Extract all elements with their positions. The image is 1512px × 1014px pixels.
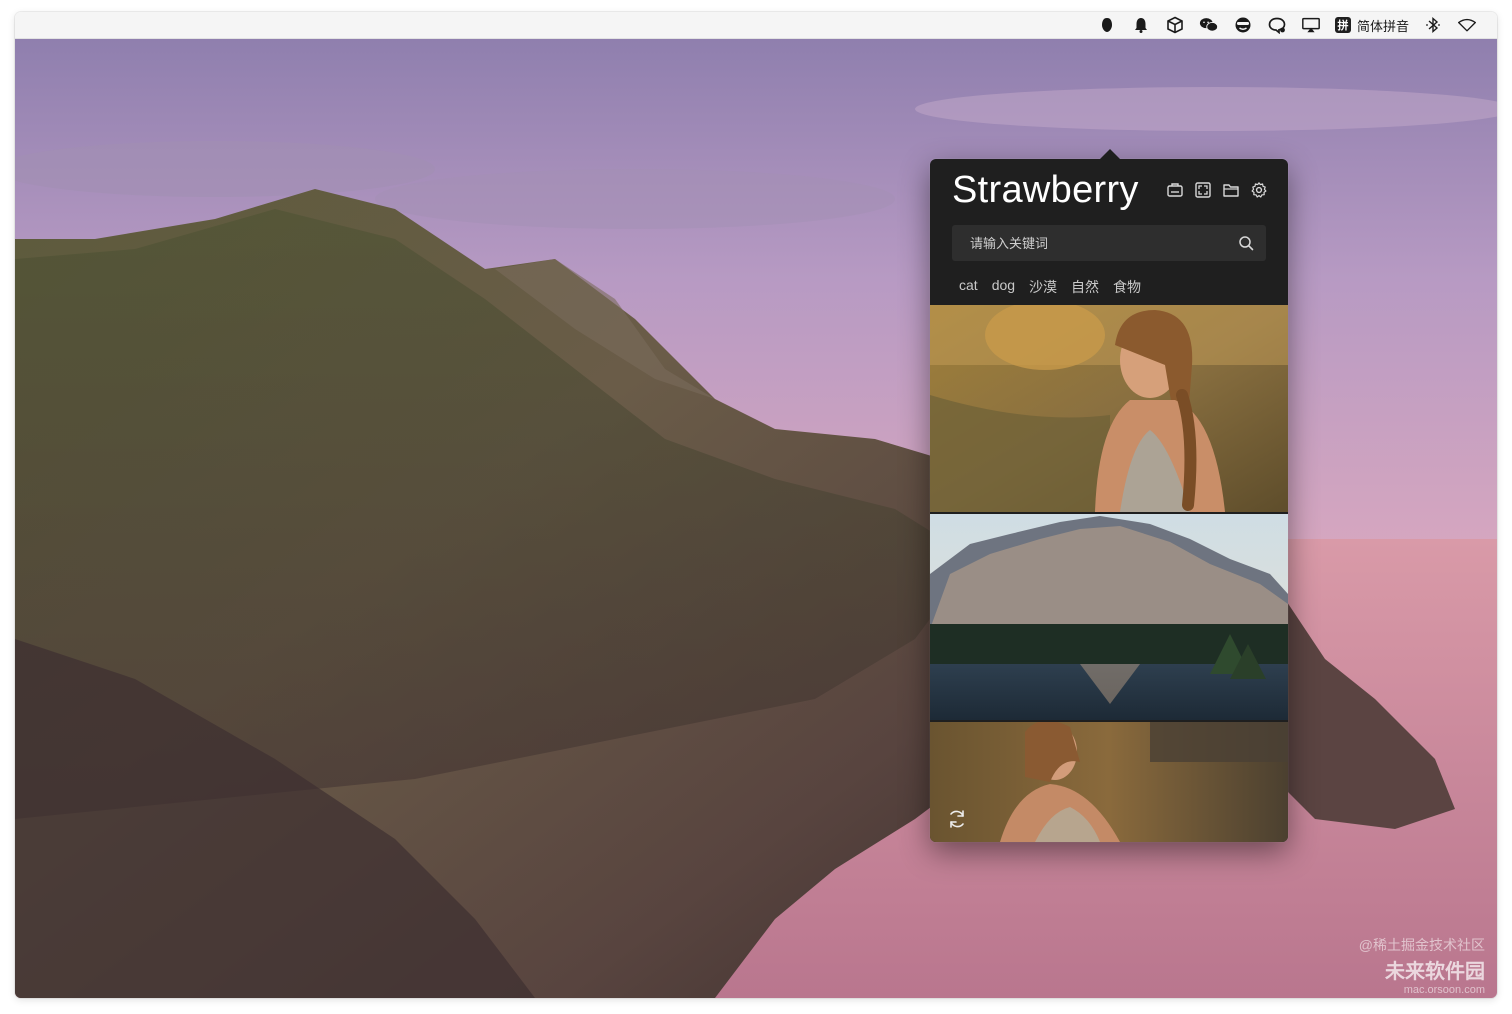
watermark-line2: 未来软件园 [1385, 961, 1485, 983]
refresh-icon[interactable] [946, 808, 968, 830]
chat-icon[interactable] [1267, 12, 1287, 39]
cube-icon[interactable] [1165, 12, 1185, 39]
app-title: Strawberry [952, 168, 1139, 211]
watermark-line3: mac.orsoon.com [1403, 984, 1485, 996]
photo-woman-hay[interactable] [930, 722, 1288, 842]
tag-food[interactable]: 食物 [1113, 277, 1141, 297]
search-bar [952, 225, 1266, 261]
tag-dog[interactable]: dog [992, 277, 1015, 297]
search-icon[interactable] [1238, 235, 1254, 251]
tag-list: cat dog 沙漠 自然 食物 [959, 277, 1141, 297]
strawberry-popover: Strawberry cat dog [930, 149, 1288, 842]
fullscreen-icon[interactable] [1194, 181, 1212, 199]
header-toolbar [1166, 181, 1274, 199]
app-icon[interactable] [1097, 12, 1117, 39]
screen-frame: 拼 简体拼音 Strawberry 请输入关键词 cat dog 沙漠 自然 食… [15, 12, 1497, 998]
tag-cat[interactable]: cat [959, 277, 978, 297]
search-input[interactable] [952, 234, 1238, 252]
wallpaper-icon[interactable] [1166, 181, 1184, 199]
folder-icon[interactable] [1222, 181, 1240, 199]
menu-bar: 拼 简体拼音 [15, 12, 1497, 39]
tag-desert[interactable]: 沙漠 [1029, 277, 1057, 297]
popover-arrow [1100, 149, 1120, 159]
tag-nature[interactable]: 自然 [1071, 277, 1099, 297]
watermark: @稀土掘金技术社区 未来软件园 mac.orsoon.com [1359, 935, 1485, 996]
bluetooth-icon[interactable] [1423, 12, 1443, 39]
wifi-icon[interactable] [1457, 12, 1477, 39]
ime-badge: 拼 [1334, 17, 1351, 33]
wallpaper-gallery [930, 305, 1288, 842]
ime-label: 简体拼音 [1356, 18, 1409, 34]
settings-icon[interactable] [1250, 181, 1268, 199]
airplay-icon[interactable] [1301, 12, 1321, 39]
photo-mountain-lake[interactable] [930, 514, 1288, 720]
face-icon[interactable] [1233, 12, 1253, 39]
watermark-line1: @稀土掘金技术社区 [1358, 937, 1485, 953]
popover-header: Strawberry [952, 165, 1274, 215]
photo-woman-field[interactable] [930, 305, 1288, 512]
bell-icon[interactable] [1131, 12, 1151, 39]
input-method-menu[interactable]: 拼 简体拼音 [1334, 16, 1409, 35]
wechat-icon[interactable] [1199, 12, 1219, 39]
